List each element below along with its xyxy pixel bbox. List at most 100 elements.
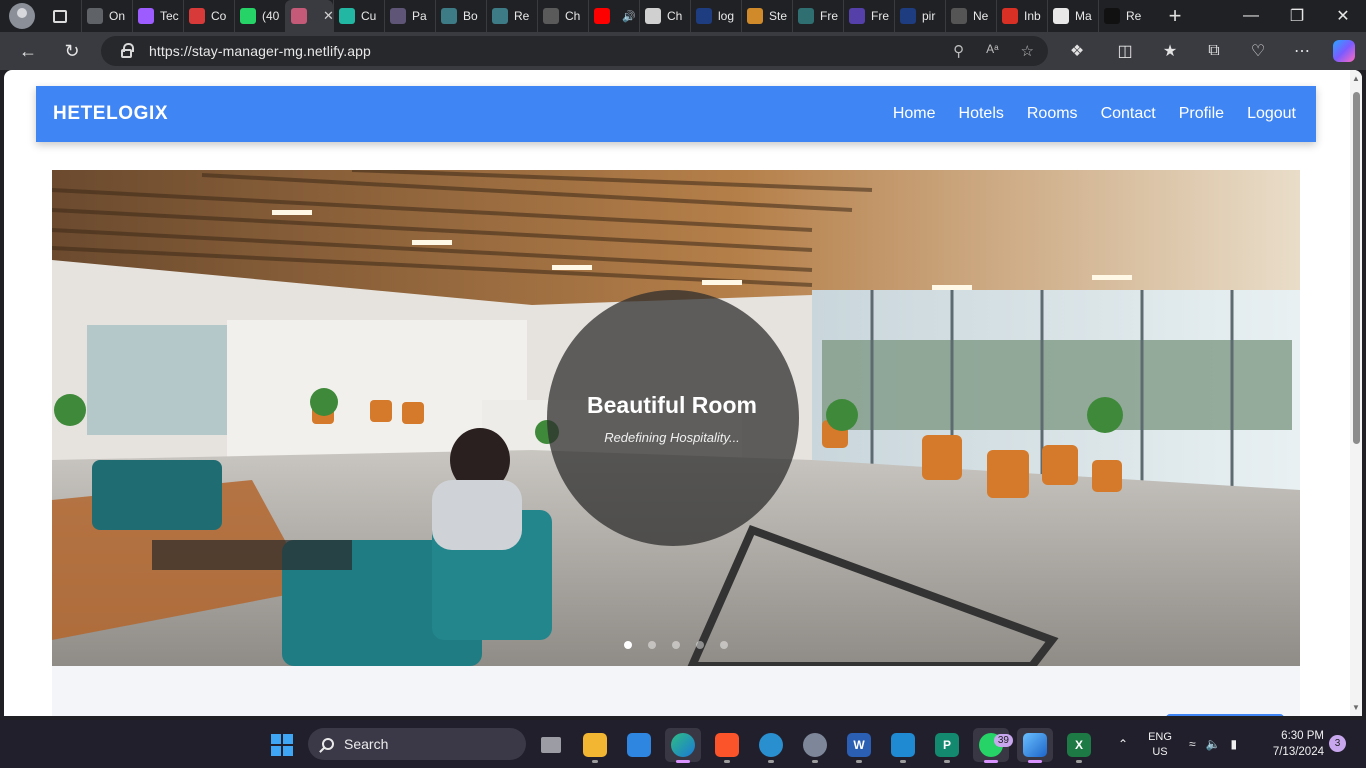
browser-tab[interactable]: Ma	[1047, 0, 1098, 32]
browser-tab[interactable]: Inb	[996, 0, 1047, 32]
nav-link-home[interactable]: Home	[893, 105, 936, 123]
copilot-icon[interactable]	[1331, 38, 1357, 64]
file-explorer-button[interactable]	[577, 728, 613, 763]
browser-tab[interactable]: Ch	[639, 0, 690, 32]
hero-subtitle: Redefining Hospitality...	[604, 430, 740, 445]
nav-link-logout[interactable]: Logout	[1247, 105, 1296, 123]
favorites-icon[interactable]: ★	[1157, 38, 1183, 64]
tab-label: Bo	[463, 9, 478, 23]
browser-tab[interactable]: log	[690, 0, 741, 32]
whatsapp-badge: 39	[993, 734, 1013, 747]
browser-tab[interactable]: ✕	[285, 0, 333, 32]
site-icon	[849, 8, 865, 24]
word-button[interactable]: W	[841, 728, 877, 763]
refresh-button[interactable]: ↻	[54, 35, 90, 67]
nav-link-contact[interactable]: Contact	[1101, 105, 1156, 123]
notification-badge[interactable]: 3	[1329, 735, 1346, 752]
carousel-dot[interactable]	[672, 641, 680, 649]
browser-tab[interactable]: Ne	[945, 0, 996, 32]
browser-tab[interactable]: Fre	[792, 0, 843, 32]
nav-link-profile[interactable]: Profile	[1179, 105, 1224, 123]
whatsapp-button[interactable]: 39	[973, 728, 1013, 763]
close-tab-icon[interactable]: ✕	[323, 8, 333, 24]
key-icon[interactable]: ⚲	[953, 42, 964, 60]
show-hidden-icons-chevron[interactable]: ⌃	[1118, 720, 1128, 768]
nav-link-hotels[interactable]: Hotels	[959, 105, 1004, 123]
volume-icon[interactable]: 🔈	[1206, 737, 1221, 751]
input-language[interactable]: ENG US	[1146, 730, 1174, 760]
carousel-dot[interactable]	[648, 641, 656, 649]
extensions-icon[interactable]: ❖	[1064, 38, 1090, 64]
performance-icon[interactable]: ♡	[1245, 38, 1271, 64]
page-scrollbar[interactable]: ▲ ▼	[1350, 70, 1362, 716]
store-icon	[627, 733, 651, 757]
split-screen-icon[interactable]: ◫	[1112, 38, 1138, 64]
tab-label: On	[109, 9, 126, 23]
publisher-button[interactable]: P	[929, 728, 965, 763]
browser-tab[interactable]: Ch	[537, 0, 588, 32]
carousel-dot[interactable]	[696, 641, 704, 649]
taskbar-clock[interactable]: 6:30 PM 7/13/2024	[1262, 728, 1324, 760]
react-icon	[441, 8, 457, 24]
browser-tab[interactable]: On	[81, 0, 132, 32]
is-icon	[1104, 8, 1120, 24]
scroll-down-icon[interactable]: ▼	[1352, 703, 1360, 712]
browser-tab[interactable]: Cu	[333, 0, 384, 32]
browser-tab[interactable]: Tec	[132, 0, 183, 32]
favorite-star-icon[interactable]: ☆	[1021, 42, 1034, 60]
vscode-icon	[891, 733, 915, 757]
audio-playing-icon[interactable]: 🔊	[622, 10, 636, 23]
tab-actions-icon[interactable]	[53, 9, 67, 23]
linux-terminal-button[interactable]	[753, 728, 789, 763]
photos-button[interactable]	[1017, 728, 1053, 763]
youtube-icon	[594, 8, 610, 24]
battery-icon[interactable]: ▮	[1231, 737, 1238, 751]
browser-tab[interactable]: Re	[1098, 0, 1149, 32]
collections-icon[interactable]: ⧉	[1201, 38, 1227, 64]
wifi-icon[interactable]: ≈	[1189, 737, 1196, 751]
scrollbar-thumb[interactable]	[1353, 92, 1360, 444]
address-bar[interactable]: https://stay-manager-mg.netlify.app ⚲ Aᵃ…	[101, 36, 1048, 66]
store-button[interactable]	[621, 728, 657, 762]
system-tray[interactable]: ≈ 🔈 ▮	[1189, 720, 1237, 768]
nav-links: Home Hotels Rooms Contact Profile Logout	[870, 105, 1296, 123]
carousel-dot[interactable]	[720, 641, 728, 649]
scroll-up-icon[interactable]: ▲	[1352, 74, 1360, 83]
vscode-button[interactable]	[885, 728, 921, 763]
edge-button[interactable]	[665, 728, 701, 763]
brave-button[interactable]	[709, 728, 745, 763]
browser-tab[interactable]: Ste	[741, 0, 792, 32]
browser-tab[interactable]: Fre	[843, 0, 894, 32]
task-view-button[interactable]	[533, 728, 569, 762]
site-brand[interactable]: HETELOGIX	[53, 103, 168, 125]
start-button[interactable]	[264, 728, 300, 762]
nav-link-rooms[interactable]: Rooms	[1027, 105, 1078, 123]
browser-tab[interactable]: pir	[894, 0, 945, 32]
taskbar-search[interactable]: Search	[308, 728, 526, 760]
browser-tab[interactable]: Pa	[384, 0, 435, 32]
section-button[interactable]	[1166, 714, 1284, 716]
settings-menu-icon[interactable]: ⋯	[1289, 38, 1315, 64]
excel-button[interactable]: X	[1061, 728, 1097, 763]
tab-label: Re	[514, 9, 530, 23]
browser-tab[interactable]: Re	[486, 0, 537, 32]
lock-icon[interactable]	[121, 42, 134, 58]
hero-carousel[interactable]: Beautiful Room Redefining Hospitality...	[52, 170, 1300, 666]
new-tab-button[interactable]: +	[1163, 3, 1187, 29]
profile-avatar[interactable]	[9, 3, 35, 29]
maximize-button[interactable]: ❐	[1274, 0, 1320, 32]
browser-tab[interactable]: (40	[234, 0, 285, 32]
chatgpt-icon	[543, 8, 559, 24]
settings-button[interactable]	[797, 728, 833, 763]
browser-tab[interactable]: Bo	[435, 0, 486, 32]
close-window-button[interactable]: ✕	[1320, 0, 1366, 32]
read-aloud-icon[interactable]: Aᵃ	[986, 42, 998, 60]
browser-tab[interactable]: Co	[183, 0, 234, 32]
tab-label: Tec	[160, 9, 179, 23]
minimize-button[interactable]: —	[1228, 0, 1274, 32]
gmail-icon	[1002, 8, 1018, 24]
back-button[interactable]: ←	[10, 35, 46, 67]
carousel-dot[interactable]	[624, 641, 632, 649]
browser-tab[interactable]: 🔊	[588, 0, 639, 32]
url-text[interactable]: https://stay-manager-mg.netlify.app	[149, 43, 371, 59]
